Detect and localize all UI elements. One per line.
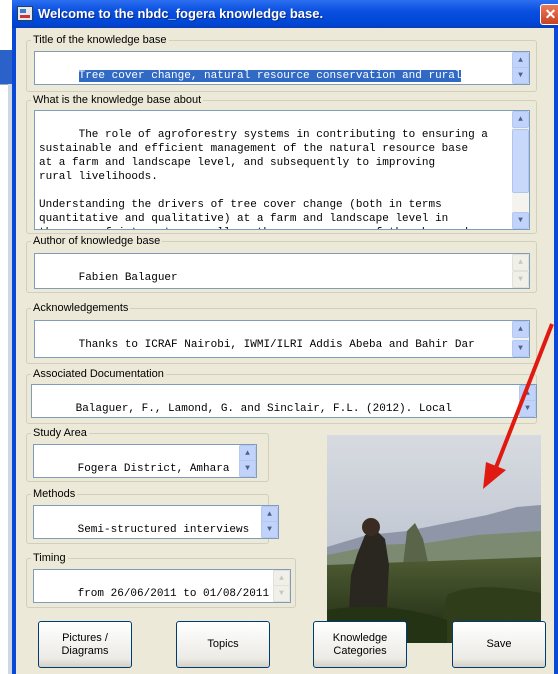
scroll-up-button[interactable]: ▲ <box>512 321 529 338</box>
dialog-client-area: Title of the knowledge base Tree cover c… <box>16 28 554 674</box>
acknowledgements-field[interactable]: Thanks to ICRAF Nairobi, IWMI/ILRI Addis… <box>34 320 530 358</box>
author-text: Fabien Balaguer <box>78 272 178 284</box>
about-field[interactable]: The role of agroforestry systems in cont… <box>34 110 530 230</box>
scroll-down-button[interactable]: ▼ <box>512 212 529 229</box>
methods-label: Methods <box>31 488 78 500</box>
scroll-down-button[interactable]: ▼ <box>239 460 256 477</box>
window-title: Welcome to the nbdc_fogera knowledge bas… <box>38 6 324 21</box>
documentation-field[interactable]: Balaguer, F., Lamond, G. and Sinclair, F… <box>31 384 537 418</box>
acknowledgements-label: Acknowledgements <box>31 302 131 314</box>
landscape-photo-image <box>327 435 541 643</box>
study-area-scrollbar[interactable]: ▲ ▼ <box>239 445 256 477</box>
acknowledgements-text: Thanks to ICRAF Nairobi, IWMI/ILRI Addis… <box>78 339 475 351</box>
timing-field[interactable]: from 26/06/2011 to 01/08/2011 ▲ ▼ <box>33 569 291 603</box>
pictures-diagrams-button[interactable]: Pictures / Diagrams <box>38 621 132 668</box>
title-bar[interactable]: Welcome to the nbdc_fogera knowledge bas… <box>12 0 558 28</box>
acknowledgements-scrollbar[interactable]: ▲ ▼ <box>512 321 529 357</box>
documentation-label: Associated Documentation <box>31 368 166 380</box>
scroll-down-button[interactable]: ▼ <box>512 271 529 288</box>
app-icon[interactable] <box>17 6 33 21</box>
scroll-down-button[interactable]: ▼ <box>519 400 536 417</box>
scroll-up-button[interactable]: ▲ <box>512 111 529 128</box>
about-label: What is the knowledge base about <box>31 94 204 106</box>
background-tab <box>0 50 12 84</box>
study-area-text: Fogera District, Amhara <box>77 463 230 475</box>
timing-text: from 26/06/2011 to 01/08/2011 <box>77 588 270 600</box>
title-label: Title of the knowledge base <box>31 34 169 46</box>
scroll-down-button[interactable]: ▼ <box>512 67 529 84</box>
author-scrollbar[interactable]: ▲ ▼ <box>512 254 529 288</box>
scroll-down-button[interactable]: ▼ <box>273 585 290 602</box>
scroll-up-button[interactable]: ▲ <box>512 254 529 271</box>
scroll-down-button[interactable]: ▼ <box>512 340 529 357</box>
topics-button[interactable]: Topics <box>176 621 270 668</box>
close-icon[interactable]: ✕ <box>540 4 558 25</box>
landscape-photo <box>327 435 541 643</box>
documentation-scrollbar[interactable]: ▲ ▼ <box>519 385 536 417</box>
study-area-field[interactable]: Fogera District, Amhara ▲ ▼ <box>33 444 257 478</box>
methods-text: Semi-structured interviews <box>77 524 250 536</box>
about-scrollbar[interactable]: ▲ ▼ <box>512 111 529 229</box>
knowledge-categories-button[interactable]: Knowledge Categories <box>313 621 407 668</box>
save-button[interactable]: Save <box>452 621 546 668</box>
methods-field[interactable]: Semi-structured interviews ▲ ▼ <box>33 505 279 539</box>
methods-scrollbar[interactable]: ▲ ▼ <box>261 506 278 538</box>
title-scrollbar[interactable]: ▲ ▼ <box>512 52 529 84</box>
background-window-strip <box>0 0 12 674</box>
title-field[interactable]: Tree cover change, natural resource cons… <box>34 51 530 85</box>
documentation-text: Balaguer, F., Lamond, G. and Sinclair, F… <box>75 403 452 415</box>
dialog-window: Welcome to the nbdc_fogera knowledge bas… <box>12 0 558 674</box>
about-text: The role of agroforestry systems in cont… <box>39 129 488 229</box>
timing-scrollbar[interactable]: ▲ ▼ <box>273 570 290 602</box>
timing-label: Timing <box>31 552 68 564</box>
study-area-label: Study Area <box>31 427 89 439</box>
scroll-thumb[interactable] <box>512 129 529 193</box>
scroll-down-button[interactable]: ▼ <box>261 521 278 538</box>
title-text: Tree cover change, natural resource cons… <box>78 70 462 82</box>
author-field[interactable]: Fabien Balaguer ▲ ▼ <box>34 253 530 289</box>
author-label: Author of knowledge base <box>31 235 163 247</box>
